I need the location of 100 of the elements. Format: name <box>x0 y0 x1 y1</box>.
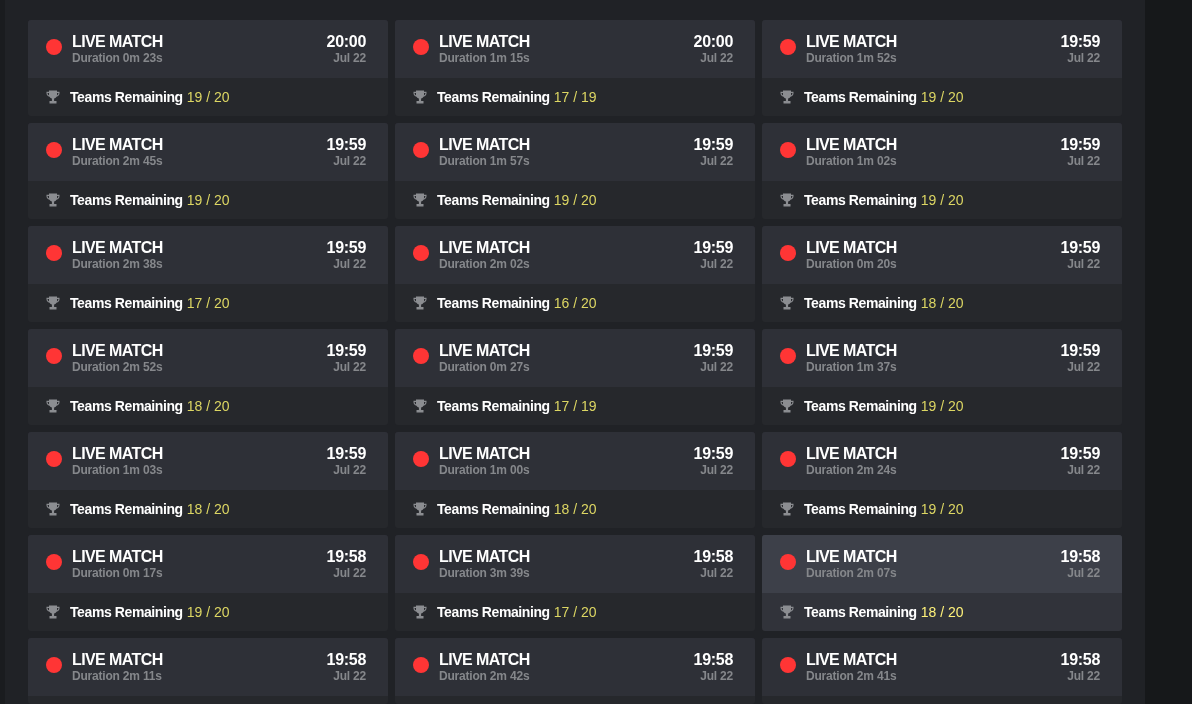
match-card[interactable]: LIVE MATCH Duration 2m 38s 19:59 Jul 22 Teams Remaining 17 / 20 <box>28 226 388 322</box>
teams-label: Teams Remaining <box>70 87 183 107</box>
match-time: 19:58 <box>1060 548 1100 566</box>
live-dot-icon <box>46 39 62 55</box>
live-dot-icon <box>780 657 796 673</box>
match-date: Jul 22 <box>333 463 366 477</box>
match-card[interactable]: LIVE MATCH Duration 2m 42s 19:58 Jul 22 <box>395 638 755 704</box>
teams-label: Teams Remaining <box>437 499 550 519</box>
match-card[interactable]: LIVE MATCH Duration 3m 39s 19:58 Jul 22 Teams Remaining 17 / 20 <box>395 535 755 631</box>
match-date: Jul 22 <box>700 566 733 580</box>
teams-label: Teams Remaining <box>437 87 550 107</box>
match-card[interactable]: LIVE MATCH Duration 2m 52s 19:59 Jul 22 Teams Remaining 18 / 20 <box>28 329 388 425</box>
trophy-icon <box>46 502 60 516</box>
live-dot-icon <box>413 142 429 158</box>
match-card[interactable]: LIVE MATCH Duration 0m 17s 19:58 Jul 22 Teams Remaining 19 / 20 <box>28 535 388 631</box>
teams-label: Teams Remaining <box>437 396 550 416</box>
live-dot-icon <box>46 245 62 261</box>
match-date: Jul 22 <box>700 463 733 477</box>
match-date: Jul 22 <box>333 257 366 271</box>
live-dot-icon <box>46 348 62 364</box>
trophy-icon <box>780 502 794 516</box>
match-time: 19:58 <box>326 548 366 566</box>
live-dot-icon <box>413 39 429 55</box>
trophy-icon <box>780 605 794 619</box>
match-time: 19:59 <box>1060 445 1100 463</box>
match-date: Jul 22 <box>333 360 366 374</box>
live-dot-icon <box>413 554 429 570</box>
match-card[interactable]: LIVE MATCH Duration 2m 41s 19:58 Jul 22 <box>762 638 1122 704</box>
match-title: LIVE MATCH <box>439 651 530 669</box>
match-title: LIVE MATCH <box>72 445 163 463</box>
match-title: LIVE MATCH <box>806 651 897 669</box>
match-duration: Duration 2m 41s <box>806 669 897 683</box>
match-date: Jul 22 <box>1067 669 1100 683</box>
match-duration: Duration 0m 27s <box>439 360 530 374</box>
match-card[interactable]: LIVE MATCH Duration 1m 57s 19:59 Jul 22 Teams Remaining 19 / 20 <box>395 123 755 219</box>
live-dot-icon <box>780 245 796 261</box>
trophy-icon <box>413 193 427 207</box>
match-title: LIVE MATCH <box>806 136 897 154</box>
match-title: LIVE MATCH <box>72 33 163 51</box>
teams-label: Teams Remaining <box>437 602 550 622</box>
match-time: 19:59 <box>693 342 733 360</box>
match-title: LIVE MATCH <box>72 136 163 154</box>
match-card[interactable]: LIVE MATCH Duration 1m 15s 20:00 Jul 22 Teams Remaining 17 / 19 <box>395 20 755 116</box>
match-time: 19:59 <box>1060 342 1100 360</box>
match-card[interactable]: LIVE MATCH Duration 0m 23s 20:00 Jul 22 Teams Remaining 19 / 20 <box>28 20 388 116</box>
match-card[interactable]: LIVE MATCH Duration 2m 45s 19:59 Jul 22 Teams Remaining 19 / 20 <box>28 123 388 219</box>
match-card[interactable]: LIVE MATCH Duration 0m 20s 19:59 Jul 22 Teams Remaining 18 / 20 <box>762 226 1122 322</box>
match-title: LIVE MATCH <box>439 239 530 257</box>
match-date: Jul 22 <box>700 669 733 683</box>
teams-count: 18 / 20 <box>186 499 230 519</box>
match-card[interactable]: LIVE MATCH Duration 1m 00s 19:59 Jul 22 Teams Remaining 18 / 20 <box>395 432 755 528</box>
match-card[interactable]: LIVE MATCH Duration 1m 02s 19:59 Jul 22 Teams Remaining 19 / 20 <box>762 123 1122 219</box>
match-date: Jul 22 <box>700 51 733 65</box>
trophy-icon <box>413 90 427 104</box>
match-card[interactable]: LIVE MATCH Duration 0m 27s 19:59 Jul 22 Teams Remaining 17 / 19 <box>395 329 755 425</box>
match-card[interactable]: LIVE MATCH Duration 2m 24s 19:59 Jul 22 Teams Remaining 19 / 20 <box>762 432 1122 528</box>
teams-label: Teams Remaining <box>804 293 917 313</box>
match-date: Jul 22 <box>1067 360 1100 374</box>
trophy-icon <box>780 193 794 207</box>
match-duration: Duration 0m 17s <box>72 566 163 580</box>
match-card[interactable]: LIVE MATCH Duration 1m 52s 19:59 Jul 22 Teams Remaining 19 / 20 <box>762 20 1122 116</box>
match-time: 19:58 <box>693 651 733 669</box>
teams-count: 19 / 20 <box>920 87 964 107</box>
match-title: LIVE MATCH <box>72 651 163 669</box>
match-card[interactable]: LIVE MATCH Duration 2m 11s 19:58 Jul 22 <box>28 638 388 704</box>
teams-label: Teams Remaining <box>70 499 183 519</box>
match-time: 19:59 <box>326 239 366 257</box>
match-duration: Duration 1m 02s <box>806 154 897 168</box>
match-card[interactable]: LIVE MATCH Duration 2m 07s 19:58 Jul 22 Teams Remaining 18 / 20 <box>762 535 1122 631</box>
match-duration: Duration 2m 45s <box>72 154 163 168</box>
live-dot-icon <box>780 451 796 467</box>
match-duration: Duration 3m 39s <box>439 566 530 580</box>
match-date: Jul 22 <box>333 154 366 168</box>
trophy-icon <box>46 193 60 207</box>
match-duration: Duration 2m 11s <box>72 669 163 683</box>
match-card[interactable]: LIVE MATCH Duration 2m 02s 19:59 Jul 22 Teams Remaining 16 / 20 <box>395 226 755 322</box>
trophy-icon <box>413 605 427 619</box>
match-title: LIVE MATCH <box>439 33 530 51</box>
match-duration: Duration 2m 42s <box>439 669 530 683</box>
teams-label: Teams Remaining <box>804 602 917 622</box>
match-duration: Duration 2m 52s <box>72 360 163 374</box>
match-time: 19:59 <box>693 239 733 257</box>
match-card[interactable]: LIVE MATCH Duration 1m 37s 19:59 Jul 22 Teams Remaining 19 / 20 <box>762 329 1122 425</box>
match-date: Jul 22 <box>700 360 733 374</box>
match-duration: Duration 2m 02s <box>439 257 530 271</box>
teams-label: Teams Remaining <box>804 396 917 416</box>
match-time: 20:00 <box>326 33 366 51</box>
match-duration: Duration 2m 24s <box>806 463 897 477</box>
teams-count: 17 / 20 <box>186 293 230 313</box>
live-dot-icon <box>780 39 796 55</box>
teams-count: 19 / 20 <box>186 602 230 622</box>
match-title: LIVE MATCH <box>439 548 530 566</box>
live-dot-icon <box>413 348 429 364</box>
trophy-icon <box>413 296 427 310</box>
match-duration: Duration 1m 57s <box>439 154 530 168</box>
teams-count: 19 / 20 <box>553 190 597 210</box>
live-dot-icon <box>413 657 429 673</box>
match-date: Jul 22 <box>700 257 733 271</box>
match-card[interactable]: LIVE MATCH Duration 1m 03s 19:59 Jul 22 Teams Remaining 18 / 20 <box>28 432 388 528</box>
teams-label: Teams Remaining <box>804 499 917 519</box>
